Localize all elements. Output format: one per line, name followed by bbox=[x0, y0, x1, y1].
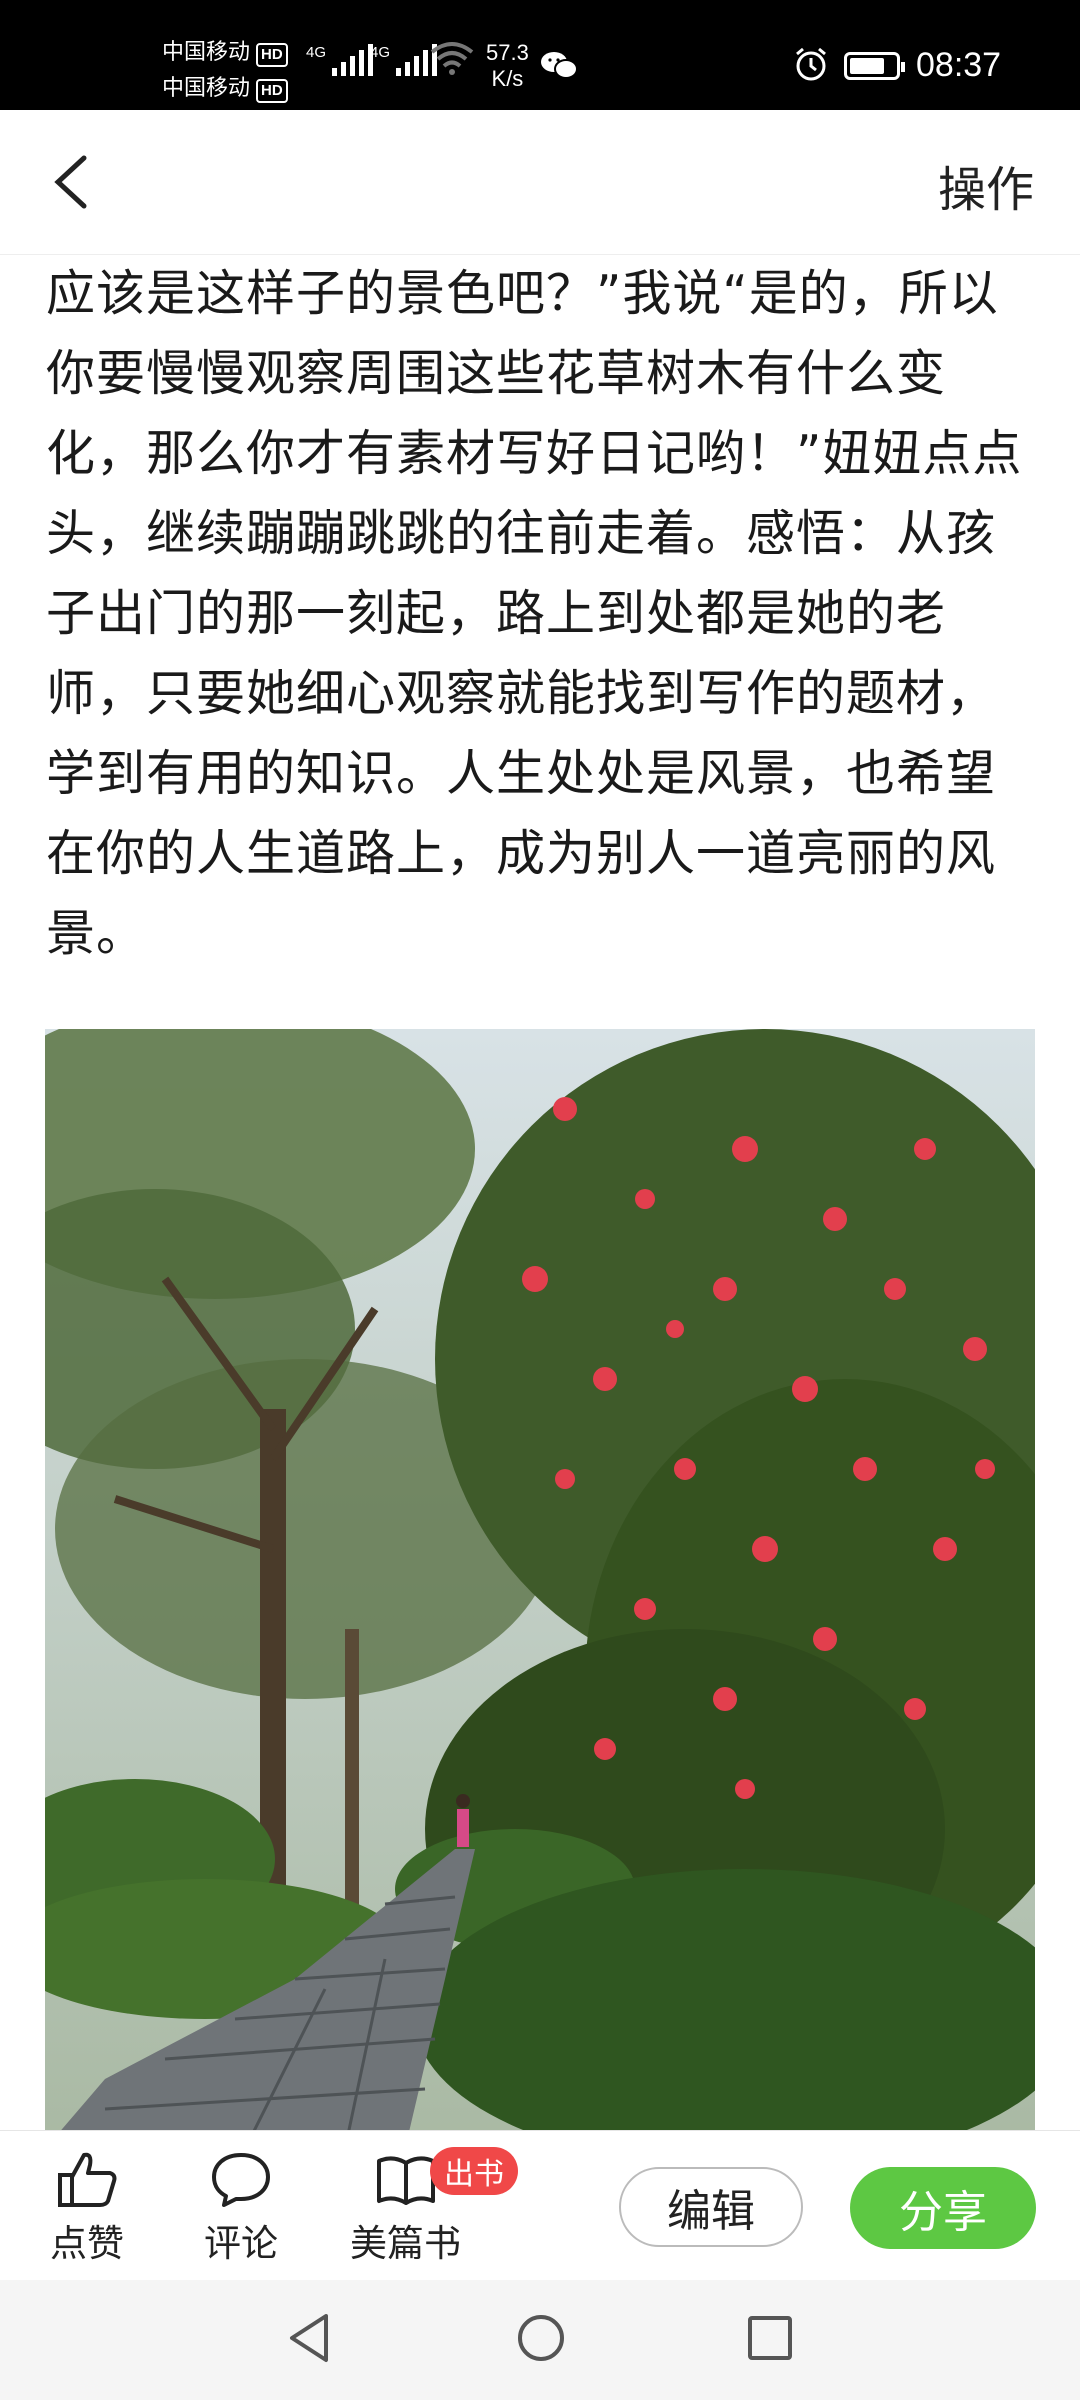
wechat-icon bbox=[540, 50, 578, 85]
book-badge: 出书 bbox=[430, 2147, 518, 2195]
network-speed: 57.3 K/s bbox=[486, 40, 529, 92]
bottom-action-bar: 点赞 评论 美篇书 出书 编辑 分享 bbox=[0, 2130, 1080, 2281]
hd-badge-1: HD bbox=[256, 43, 288, 67]
network-2-label: 4G bbox=[370, 44, 391, 61]
book-label: 美篇书 bbox=[350, 2222, 461, 2265]
square-recents-icon bbox=[748, 2316, 792, 2360]
carrier-2-label: 中国移动 bbox=[162, 75, 251, 100]
comment-icon bbox=[212, 2153, 270, 2207]
triangle-back-icon bbox=[290, 2314, 328, 2362]
carrier-1: 中国移动 HD bbox=[162, 34, 288, 67]
battery-icon bbox=[844, 52, 905, 80]
speed-unit: K/s bbox=[491, 66, 524, 91]
like-label: 点赞 bbox=[50, 2222, 124, 2265]
alarm-icon bbox=[793, 46, 829, 87]
back-button[interactable] bbox=[52, 154, 102, 210]
article-photo[interactable] bbox=[45, 1029, 1035, 2130]
signal-1-icon: 4G bbox=[306, 44, 374, 76]
book-icon bbox=[376, 2156, 435, 2205]
status-bar: 中国移动 HD 中国移动 HD 4G 4G 57.3 K/s 08:37 bbox=[0, 0, 1080, 110]
chevron-left-icon bbox=[54, 155, 87, 209]
speed-value: 57.3 bbox=[486, 40, 529, 65]
hd-badge-2: HD bbox=[256, 79, 288, 103]
edit-button[interactable]: 编辑 bbox=[619, 2167, 803, 2247]
clock-time: 08:37 bbox=[916, 46, 1002, 84]
article-scroll-area[interactable]: 大子有的京京，老师还我们写的日记（日景）应该是这样子的景色吧？”我说“是的，所以… bbox=[0, 254, 1080, 2130]
article-text: 大子有的京京，老师还我们写的日记（日景）应该是这样子的景色吧？”我说“是的，所以… bbox=[46, 265, 1023, 962]
like-button[interactable]: 点赞 bbox=[50, 2149, 124, 2267]
operate-button[interactable]: 操作 bbox=[938, 150, 1034, 220]
top-header: 操作 bbox=[0, 110, 1080, 255]
circle-home-icon bbox=[518, 2315, 564, 2361]
comment-button[interactable]: 评论 bbox=[204, 2149, 278, 2267]
system-nav-bar bbox=[0, 2280, 1080, 2400]
share-button[interactable]: 分享 bbox=[850, 2167, 1036, 2249]
garden-path-image bbox=[45, 1029, 1035, 2130]
signal-2-icon: 4G bbox=[370, 44, 438, 76]
wifi-icon bbox=[430, 40, 474, 81]
nav-back-button[interactable] bbox=[284, 2310, 334, 2370]
comment-label: 评论 bbox=[204, 2222, 278, 2265]
carrier-1-label: 中国移动 bbox=[162, 39, 251, 64]
nav-home-button[interactable] bbox=[514, 2310, 568, 2370]
thumbs-up-icon bbox=[58, 2152, 117, 2207]
nav-recents-button[interactable] bbox=[744, 2310, 794, 2370]
network-1-label: 4G bbox=[306, 44, 327, 61]
carrier-2: 中国移动 HD bbox=[162, 70, 288, 103]
